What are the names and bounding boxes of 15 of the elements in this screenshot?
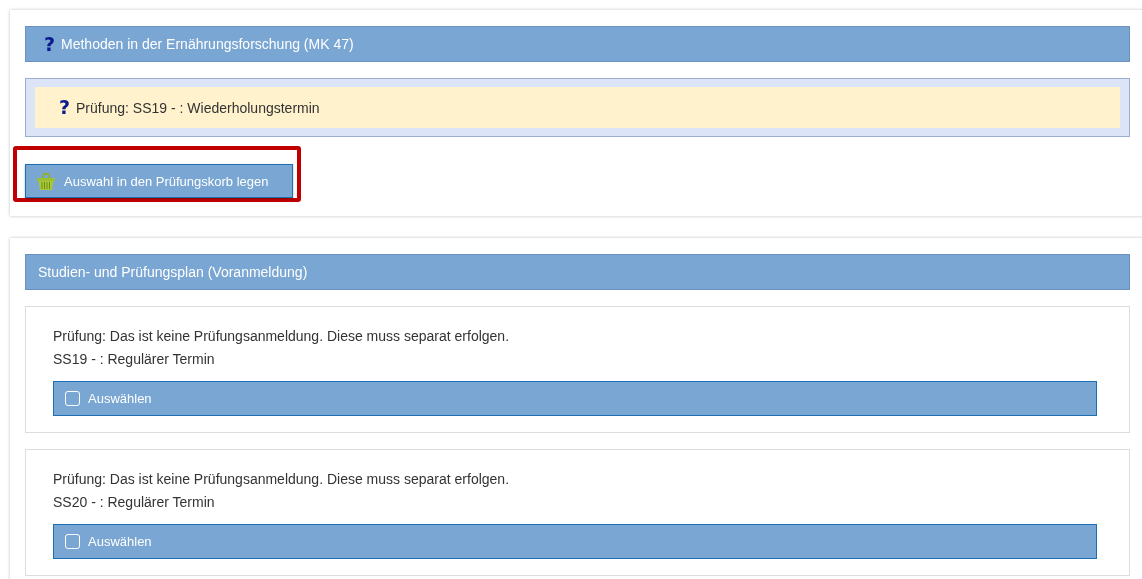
select-label[interactable]: Auswählen: [88, 534, 152, 549]
checkbox[interactable]: [65, 391, 80, 406]
help-icon[interactable]: ?: [44, 34, 56, 54]
entry-note: Prüfung: Das ist keine Prüfungsanmeldung. Diese muss separat erfolgen.: [53, 470, 511, 489]
exam-label: Prüfung: SS19 - : Wiederholungstermin: [76, 99, 320, 116]
checkbox[interactable]: [65, 534, 80, 549]
entry-note: Prüfung: Das ist keine Prüfungsanmeldung. Diese muss separat erfolgen.: [53, 327, 511, 346]
select-label[interactable]: Auswählen: [88, 391, 152, 406]
entry-term: SS19 - : Regulärer Termin: [53, 350, 216, 369]
module-title: Methoden in der Ernährungsforschung (MK 47): [61, 36, 354, 52]
add-to-basket-button[interactable]: Auswahl in den Prüfungskorb legen: [25, 164, 293, 198]
plan-title: Studien- und Prüfungsplan (Voranmeldung): [38, 264, 308, 280]
help-icon[interactable]: ?: [59, 98, 71, 117]
entry-term: SS20 - : Regulärer Termin: [53, 493, 216, 512]
basket-icon: [36, 171, 56, 191]
